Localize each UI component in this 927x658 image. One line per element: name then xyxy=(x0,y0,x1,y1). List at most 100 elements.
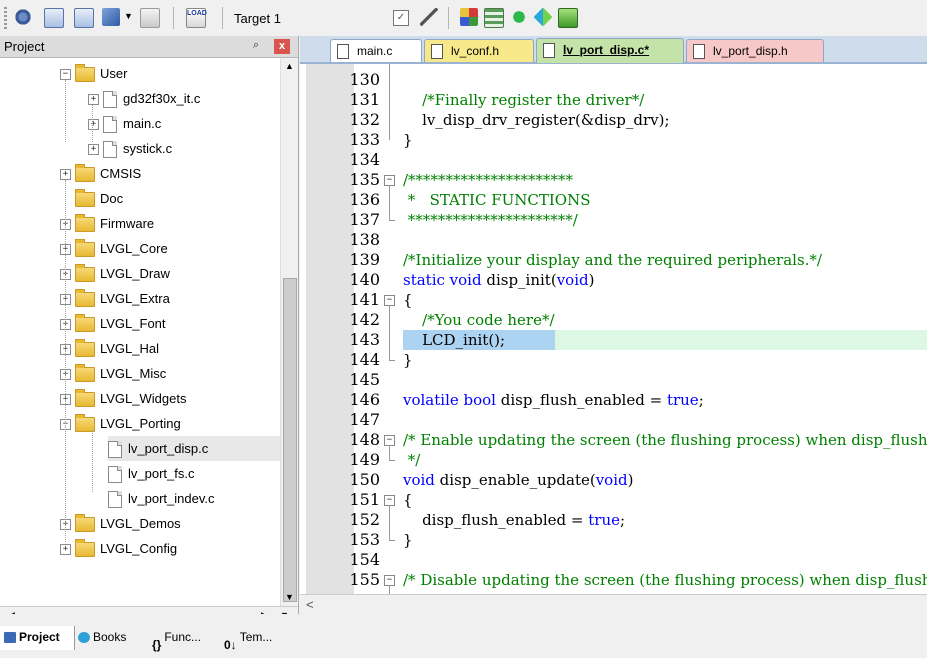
rebuild-icon[interactable] xyxy=(102,8,120,26)
code-line[interactable]: */ xyxy=(403,450,421,470)
manage-components-icon[interactable] xyxy=(460,8,478,26)
code-line[interactable]: } xyxy=(403,130,413,150)
code-text: ) xyxy=(627,471,634,489)
code-line[interactable]: /*Finally register the driver*/ xyxy=(403,90,644,110)
tree-folder[interactable]: − LVGL_Porting xyxy=(60,411,280,436)
bottom-tab-books[interactable]: Books xyxy=(74,624,146,650)
file-icon xyxy=(693,44,705,60)
code-line[interactable]: lv_disp_drv_register(&disp_drv); xyxy=(403,110,670,130)
bottom-tab-tem[interactable]: 0↓Tem... xyxy=(220,624,288,652)
tree-file[interactable]: lv_port_fs.c xyxy=(88,461,280,486)
code-line[interactable]: } xyxy=(403,530,413,550)
translate-icon[interactable] xyxy=(44,8,64,28)
tree-folder[interactable]: + LVGL_Font xyxy=(60,311,280,336)
bottom-tab-func[interactable]: {}Func... xyxy=(148,624,218,652)
editor-tab[interactable]: lv_port_disp.c* xyxy=(536,38,684,63)
target-label[interactable]: Target 1 xyxy=(234,11,281,26)
project-items-icon[interactable] xyxy=(484,8,504,28)
tree-collapse-icon[interactable]: − xyxy=(60,69,71,81)
code-editor[interactable]: 130 131 /*Finally register the driver*/ 13… xyxy=(300,64,927,594)
books-icon xyxy=(78,632,90,644)
select-software-packs-icon[interactable] xyxy=(533,7,553,27)
tree-expand-icon[interactable]: + xyxy=(88,144,99,156)
code-line[interactable]: **********************/ xyxy=(403,210,578,230)
tree-folder[interactable]: + Firmware xyxy=(60,211,280,236)
tree-folder[interactable]: − User xyxy=(60,61,280,86)
code-line[interactable]: volatile bool disp_flush_enabled = true; xyxy=(403,390,704,410)
tree-item-label: LVGL_Font xyxy=(100,316,166,331)
tree-file[interactable]: lv_port_disp.c xyxy=(108,436,280,461)
tree-file[interactable]: + gd32f30x_it.c xyxy=(88,86,280,111)
tree-item-label: LVGL_Widgets xyxy=(100,391,187,406)
tree-expand-icon[interactable]: + xyxy=(60,169,71,181)
tree-file[interactable]: + main.c xyxy=(88,111,280,136)
code-line[interactable]: /********************** xyxy=(403,170,573,190)
batch-setup-icon[interactable] xyxy=(14,8,32,26)
code-text: disp_flush_enabled = xyxy=(403,511,589,529)
code-line[interactable]: disp_flush_enabled = true; xyxy=(403,510,625,530)
options-wand-icon[interactable] xyxy=(420,8,438,26)
code-line[interactable]: { xyxy=(403,290,413,310)
tree-folder[interactable]: Doc xyxy=(60,186,280,211)
file-icon xyxy=(431,44,443,60)
code-line[interactable]: static void disp_init(void) xyxy=(403,270,594,290)
pin-icon[interactable]: ⌕ xyxy=(253,39,259,52)
editor-tab[interactable]: lv_conf.h xyxy=(424,39,534,62)
rebuild-dropdown-chevron-down-icon[interactable]: ▼ xyxy=(124,11,133,21)
scroll-down-arrow-icon[interactable]: ▼ xyxy=(283,591,296,604)
fold-end-tick xyxy=(389,460,395,461)
scrollbar-thumb[interactable] xyxy=(283,278,297,602)
editor-tab[interactable]: lv_port_disp.h xyxy=(686,39,824,62)
run-time-env-icon[interactable] xyxy=(558,8,578,28)
tree-folder[interactable]: + LVGL_Demos xyxy=(60,511,280,536)
build-icon[interactable] xyxy=(74,8,94,28)
code-line[interactable]: * STATIC FUNCTIONS xyxy=(403,190,591,210)
toolbar-grip[interactable] xyxy=(4,7,7,29)
tree-folder[interactable]: + LVGL_Core xyxy=(60,236,280,261)
pack-installer-icon[interactable] xyxy=(510,8,528,26)
tree-item-label: lv_port_disp.c xyxy=(128,441,209,456)
tree-folder[interactable]: + LVGL_Draw xyxy=(60,261,280,286)
tree-file[interactable]: + systick.c xyxy=(88,136,280,161)
target-select-checkbox[interactable]: ✓ xyxy=(393,10,409,26)
tree-folder[interactable]: + LVGL_Config xyxy=(60,536,280,561)
batch-build-icon[interactable] xyxy=(140,8,160,28)
tree-expand-icon[interactable]: + xyxy=(60,544,71,556)
tree-item-label: LVGL_Config xyxy=(100,541,178,556)
code-keyword: void xyxy=(403,471,435,489)
editor-tab[interactable]: main.c xyxy=(330,39,422,62)
tree-expand-icon[interactable]: + xyxy=(88,119,99,131)
editor-horizontal-scrollbar[interactable]: < xyxy=(300,594,927,615)
code-line[interactable]: /* Disable updating the screen (the flus… xyxy=(403,570,927,590)
tree-item-label: LVGL_Core xyxy=(100,241,168,256)
folder-icon xyxy=(75,314,95,333)
tree-folder[interactable]: + LVGL_Hal xyxy=(60,336,280,361)
tree-folder[interactable]: + LVGL_Extra xyxy=(60,286,280,311)
line-number: 153 xyxy=(349,530,380,549)
code-line[interactable]: } xyxy=(403,350,413,370)
code-line[interactable]: /* Enable updating the screen (the flush… xyxy=(403,430,927,450)
tree-expand-icon[interactable]: + xyxy=(88,94,99,106)
close-icon[interactable]: x xyxy=(274,39,290,54)
tree-folder[interactable]: + LVGL_Misc xyxy=(60,361,280,386)
code-line[interactable]: LCD_init(); xyxy=(403,330,505,350)
code-comment: /*You code here*/ xyxy=(422,311,555,329)
code-line[interactable]: void disp_enable_update(void) xyxy=(403,470,633,490)
download-icon[interactable]: LOAD xyxy=(186,8,207,28)
code-comment: /********************** xyxy=(403,171,574,189)
code-line[interactable]: { xyxy=(403,490,413,510)
code-text: ; xyxy=(620,511,626,529)
project-tree-vertical-scrollbar[interactable]: ▲ ▼ xyxy=(280,58,298,606)
project-pane-header: Project ⌕ x xyxy=(0,36,298,58)
fold-guide-line xyxy=(389,505,390,541)
fold-guide-line xyxy=(389,305,390,361)
tree-folder[interactable]: + CMSIS xyxy=(60,161,280,186)
tree-folder[interactable]: + LVGL_Widgets xyxy=(60,386,280,411)
tree-file[interactable]: lv_port_indev.c xyxy=(88,486,280,511)
bottom-tab-project[interactable]: Project xyxy=(0,624,75,650)
code-line[interactable]: /*Initialize your display and the requir… xyxy=(403,250,822,270)
scroll-up-arrow-icon[interactable]: ▲ xyxy=(283,60,296,73)
scroll-left-arrow-icon[interactable]: < xyxy=(306,597,314,612)
code-line[interactable]: /*You code here*/ xyxy=(403,310,555,330)
line-number: 139 xyxy=(349,250,380,269)
